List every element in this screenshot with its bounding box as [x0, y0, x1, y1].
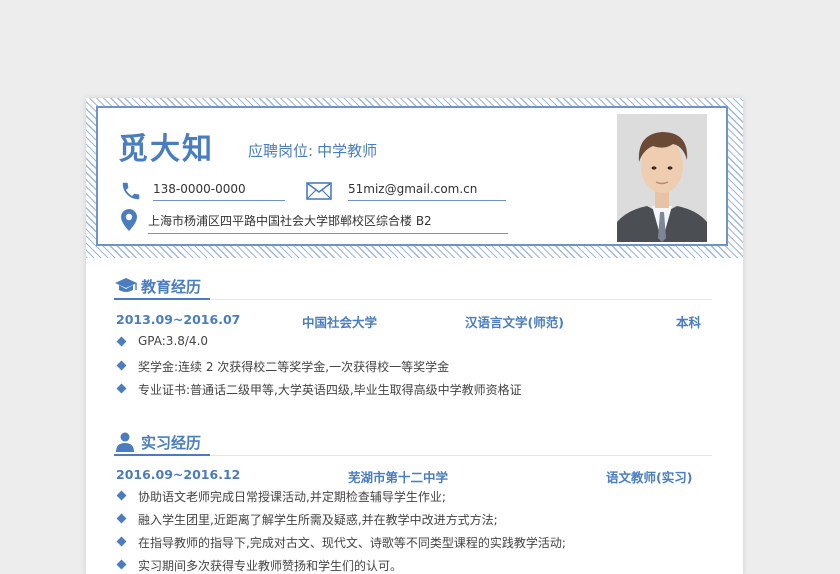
- email-field: 51miz@gmail.com.cn: [348, 182, 506, 201]
- header-striped-band: 觅大知 应聘岗位: 中学教师 138-0000-0000 51miz@gmail.…: [86, 98, 743, 258]
- profile-photo: [617, 114, 707, 242]
- internship-company: 芜湖市第十二中学: [348, 470, 449, 485]
- education-school: 中国社会大学: [302, 315, 378, 330]
- envelope-icon: [306, 182, 332, 200]
- location-pin-icon: [121, 209, 137, 231]
- header-box: 觅大知 应聘岗位: 中学教师 138-0000-0000 51miz@gmail.…: [96, 106, 728, 246]
- education-degree: 本科: [676, 315, 702, 330]
- education-major: 汉语言文学(师范): [465, 315, 564, 330]
- education-title: 教育经历: [141, 278, 202, 296]
- graduation-cap-icon: [115, 278, 137, 292]
- person-icon: [116, 432, 134, 452]
- phone-icon: [122, 182, 140, 200]
- position-label: 应聘岗位:: [248, 142, 314, 160]
- applied-position: 应聘岗位: 中学教师: [248, 140, 377, 161]
- resume-page: 觅大知 应聘岗位: 中学教师 138-0000-0000 51miz@gmail.…: [86, 98, 743, 574]
- education-divider: [114, 298, 712, 300]
- address-field: 上海市杨浦区四平路中国社会大学邯郸校区综合楼 B2: [148, 212, 508, 234]
- internship-divider: [114, 454, 712, 456]
- internship-period: 2016.09~2016.12: [116, 467, 241, 482]
- candidate-name: 觅大知: [118, 132, 214, 167]
- internship-role: 语文教师(实习): [606, 470, 693, 485]
- education-period: 2013.09~2016.07: [116, 312, 241, 327]
- internship-title: 实习经历: [141, 434, 202, 452]
- position-value: 中学教师: [317, 142, 378, 160]
- phone-field: 138-0000-0000: [153, 182, 285, 201]
